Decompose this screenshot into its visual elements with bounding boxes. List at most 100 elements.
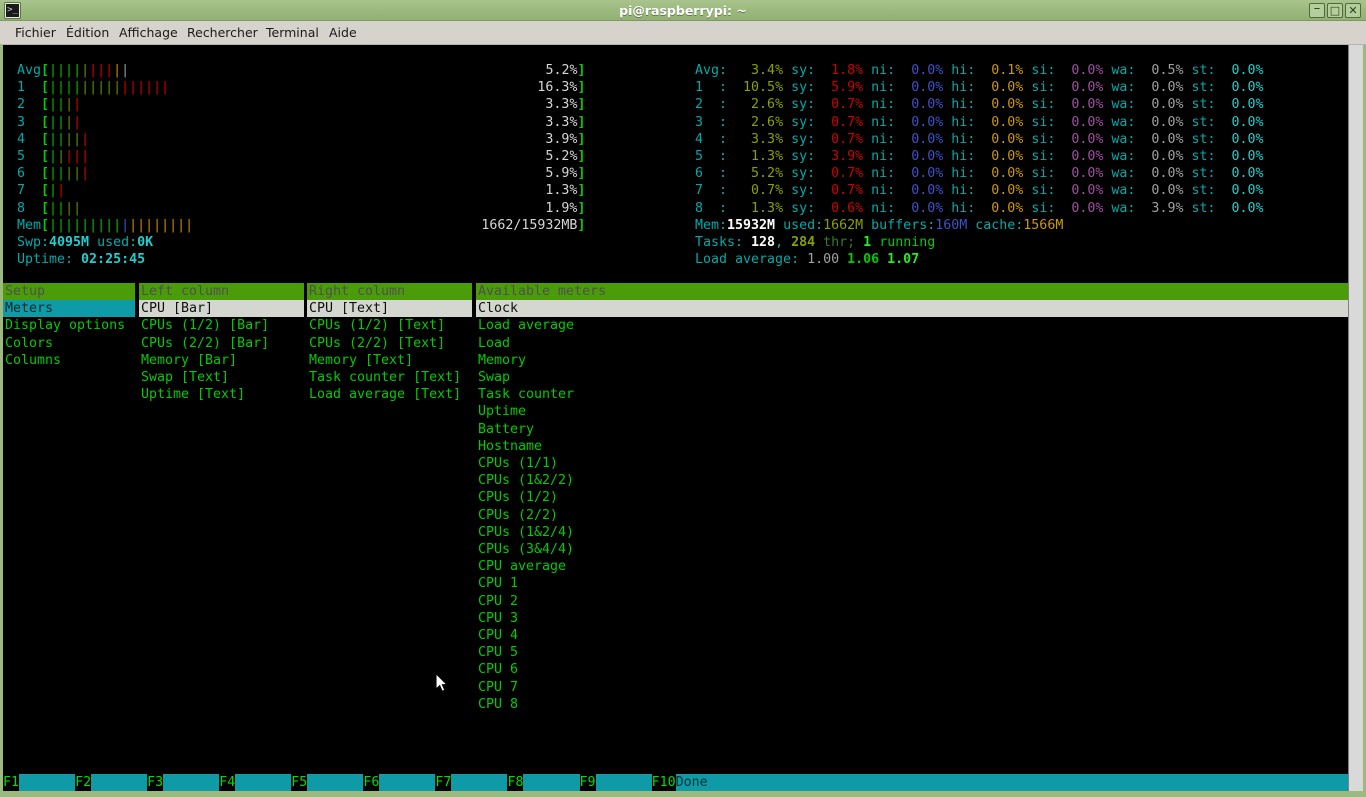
panel-item-swap-text[interactable]: Swap [Text]: [139, 369, 229, 386]
text-run: ]: [577, 201, 585, 216]
panel-item-columns[interactable]: Columns: [3, 352, 61, 369]
panel-item-load-average-text[interactable]: Load average [Text]: [307, 386, 461, 403]
panel-item-cpu-text[interactable]: CPU [Text]: [307, 300, 472, 317]
panel-item-cpu-5[interactable]: CPU 5: [476, 644, 518, 661]
panel-item-cpu-8[interactable]: CPU 8: [476, 696, 518, 713]
fn-key-f9[interactable]: F9: [580, 774, 596, 791]
text-run: 0.0%: [1216, 132, 1264, 147]
panel-item-cpu-3[interactable]: CPU 3: [476, 610, 518, 627]
text-run: 1.07: [887, 252, 919, 267]
panel-item-cpus-1-1[interactable]: CPUs (1/1): [476, 455, 558, 472]
panel-item-cpus-1-2-text[interactable]: CPUs (1/2) [Text]: [307, 317, 445, 334]
panel-item-load-average[interactable]: Load average: [476, 317, 574, 334]
panel-item-cpu-1[interactable]: CPU 1: [476, 575, 518, 592]
panel-item-uptime-text[interactable]: Uptime [Text]: [139, 386, 245, 403]
terminal-scrollbar[interactable]: [1348, 45, 1363, 791]
menu-item-dition[interactable]: Édition: [59, 21, 116, 45]
menu-item-fichier[interactable]: Fichier: [8, 21, 63, 45]
panel-item-uptime[interactable]: Uptime: [476, 403, 526, 420]
panel-item-cpu-4[interactable]: CPU 4: [476, 627, 518, 644]
fn-label-f3[interactable]: [163, 774, 219, 791]
fn-key-f3[interactable]: F3: [147, 774, 163, 791]
fn-key-f4[interactable]: F4: [219, 774, 235, 791]
text-run: 0.0%: [895, 80, 943, 95]
text-run: [89, 166, 545, 181]
fn-label-f10[interactable]: Done: [676, 774, 732, 791]
panel-item-cpus-1-2[interactable]: CPUs (1/2): [476, 489, 558, 506]
fn-key-f1[interactable]: F1: [3, 774, 19, 791]
panel-item-load[interactable]: Load: [476, 335, 510, 352]
text-run: 1.9%: [545, 201, 577, 216]
fn-key-f8[interactable]: F8: [507, 774, 523, 791]
fn-key-f10[interactable]: F10: [652, 774, 676, 791]
menu-item-terminal[interactable]: Terminal: [259, 21, 326, 45]
panel-item-memory-text[interactable]: Memory [Text]: [307, 352, 413, 369]
panel-item-clock[interactable]: Clock: [476, 300, 1348, 317]
text-run: 0.0%: [1135, 149, 1183, 164]
terminal-surface[interactable]: Avg[|||||||||| 5.2%]1 [||||||||||||||| 1…: [3, 45, 1363, 791]
text-run: 0.0%: [975, 80, 1023, 95]
text-run: 7 :: [695, 183, 727, 198]
panel-item-cpus-1-2-4[interactable]: CPUs (1&2/4): [476, 524, 574, 541]
text-run: buffers:: [863, 218, 935, 233]
panel-item-colors[interactable]: Colors: [3, 335, 53, 352]
fn-label-f1[interactable]: [19, 774, 75, 791]
fn-key-f2[interactable]: F2: [75, 774, 91, 791]
panel-item-task-counter-text[interactable]: Task counter [Text]: [307, 369, 461, 386]
menu-item-affichage[interactable]: Affichage: [112, 21, 185, 45]
panel-item-battery[interactable]: Battery: [476, 421, 534, 438]
panel-item-cpus-2-2-bar[interactable]: CPUs (2/2) [Bar]: [139, 335, 269, 352]
fn-key-f5[interactable]: F5: [291, 774, 307, 791]
cpu-meter-bar: 3 [|||| 3.3%]: [17, 114, 585, 131]
text-run: cache:: [967, 218, 1023, 233]
text-run: si:: [1023, 183, 1055, 198]
menu-item-aide[interactable]: Aide: [322, 21, 364, 45]
panel-item-cpu-bar[interactable]: CPU [Bar]: [139, 300, 304, 317]
text-run: 4095M: [49, 235, 89, 250]
text-run: [: [41, 80, 49, 95]
panel-item-cpu-average[interactable]: CPU average: [476, 558, 566, 575]
text-run: ||||||: [121, 80, 169, 95]
text-run: used:: [89, 235, 137, 250]
function-key-bar[interactable]: F1 F2 F3 F4 F5 F6 F7 F8 F9 F10Done: [3, 774, 1348, 791]
panel-item-swap[interactable]: Swap: [476, 369, 510, 386]
text-run: ni:: [863, 201, 895, 216]
fn-label-f2[interactable]: [91, 774, 147, 791]
text-run: wa:: [1103, 80, 1135, 95]
panel-item-hostname[interactable]: Hostname: [476, 438, 542, 455]
panel-item-cpus-1-2-bar[interactable]: CPUs (1/2) [Bar]: [139, 317, 269, 334]
text-run: 0.7%: [815, 132, 863, 147]
fn-label-f4[interactable]: [235, 774, 291, 791]
panel-item-cpu-2[interactable]: CPU 2: [476, 593, 518, 610]
panel-item-cpus-2-2-text[interactable]: CPUs (2/2) [Text]: [307, 335, 445, 352]
fn-label-f6[interactable]: [379, 774, 435, 791]
panel-item-meters[interactable]: Meters: [3, 300, 135, 317]
panel-item-cpu-6[interactable]: CPU 6: [476, 661, 518, 678]
text-run: 0.0%: [1055, 201, 1103, 216]
minimize-button[interactable]: –: [1309, 3, 1325, 18]
fn-key-f7[interactable]: F7: [435, 774, 451, 791]
title-bar[interactable]: >_ pi@raspberrypi: ~ – □ ✕: [0, 0, 1366, 21]
panel-item-memory-bar[interactable]: Memory [Bar]: [139, 352, 237, 369]
menu-bar: FichierÉditionAffichageRechercherTermina…: [0, 21, 1366, 45]
fn-key-f6[interactable]: F6: [363, 774, 379, 791]
menu-item-rechercher[interactable]: Rechercher: [180, 21, 265, 45]
text-run: [: [41, 115, 49, 130]
panel-item-display-options[interactable]: Display options: [3, 317, 125, 334]
panel-item-cpus-2-2[interactable]: CPUs (2/2): [476, 507, 558, 524]
fn-label-f7[interactable]: [451, 774, 507, 791]
maximize-button[interactable]: □: [1327, 3, 1343, 18]
panel-item-cpus-3-4-4[interactable]: CPUs (3&4/4): [476, 541, 574, 558]
close-button[interactable]: ✕: [1345, 3, 1361, 18]
text-run: hi:: [943, 183, 975, 198]
panel-item-cpus-1-2-2[interactable]: CPUs (1&2/2): [476, 472, 574, 489]
text-run: si:: [1023, 80, 1055, 95]
panel-item-task-counter[interactable]: Task counter: [476, 386, 574, 403]
fn-label-f8[interactable]: [523, 774, 579, 791]
panel-item-cpu-7[interactable]: CPU 7: [476, 679, 518, 696]
text-run: 0.0%: [975, 201, 1023, 216]
panel-item-memory[interactable]: Memory: [476, 352, 526, 369]
fn-label-f5[interactable]: [307, 774, 363, 791]
text-run: 5.2%: [545, 149, 577, 164]
fn-label-f9[interactable]: [596, 774, 652, 791]
